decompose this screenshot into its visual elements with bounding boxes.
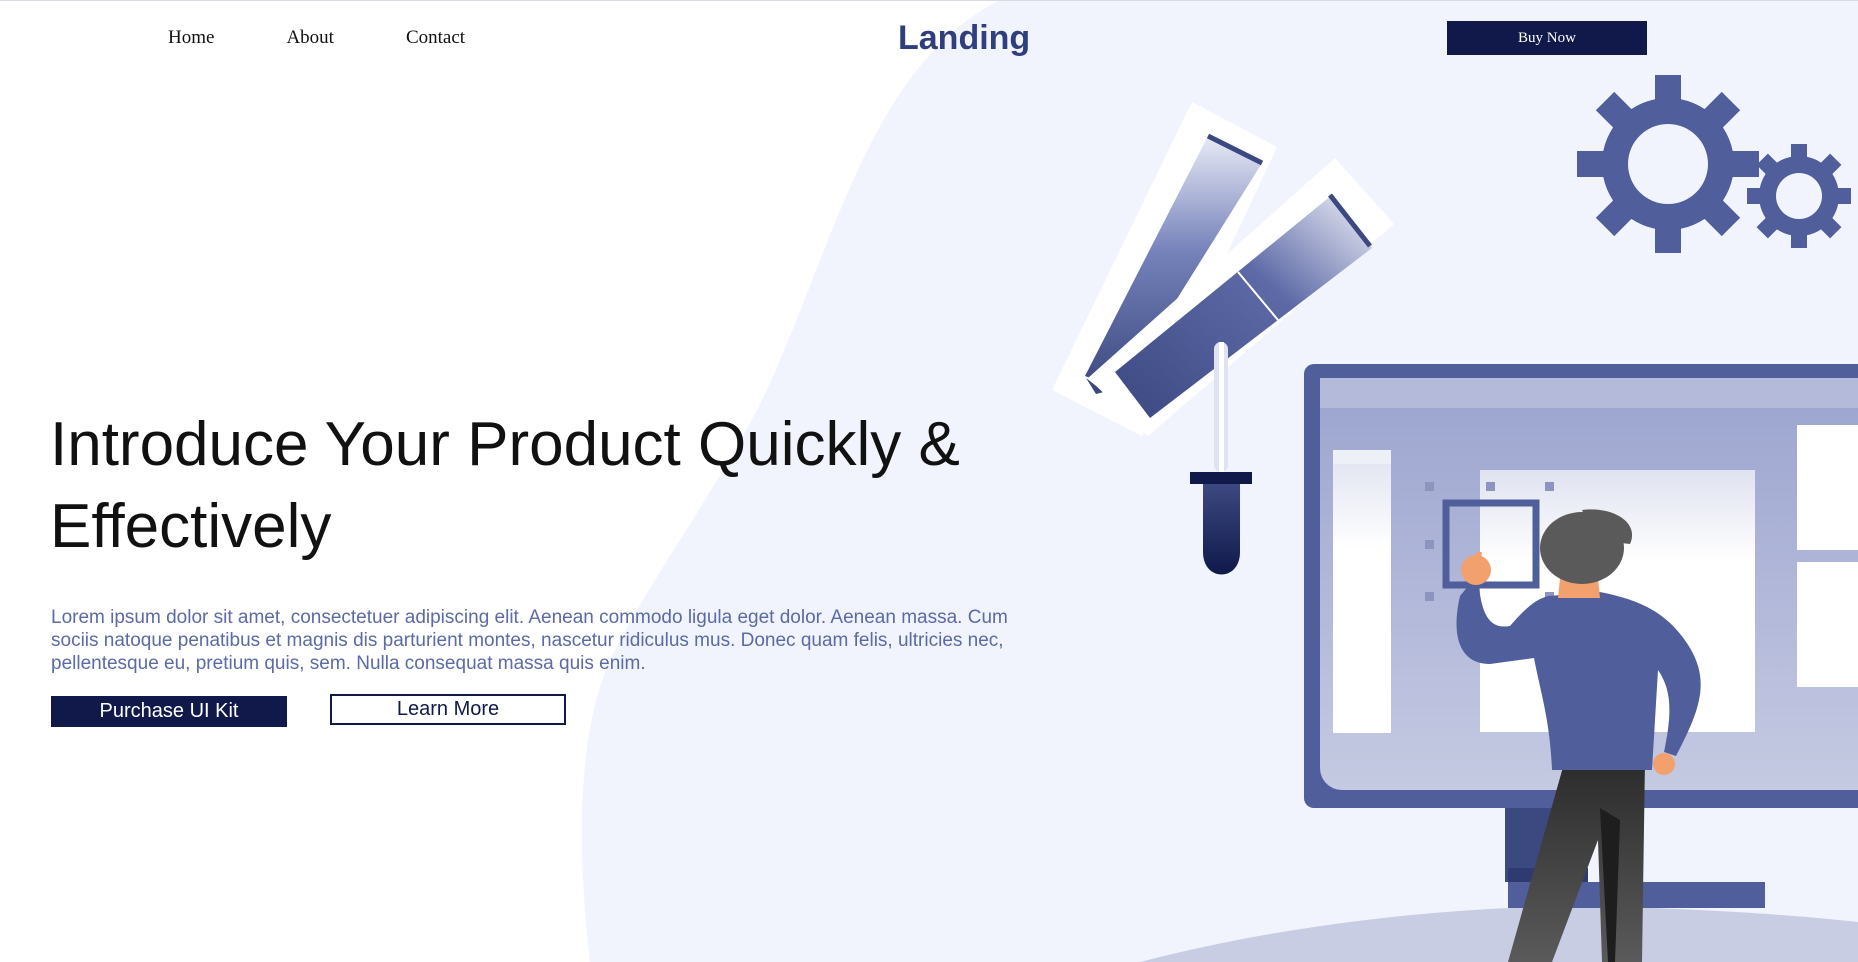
nav-link-home[interactable]: Home xyxy=(168,26,214,50)
hero-title-line-2: Effectively xyxy=(50,492,332,561)
top-border xyxy=(0,0,1858,1)
purchase-ui-kit-button[interactable]: Purchase UI Kit xyxy=(51,696,287,727)
nav-link-about[interactable]: About xyxy=(286,26,334,50)
hero-title-line-1: Introduce Your Product Quickly & xyxy=(50,410,960,479)
nav-link-contact[interactable]: Contact xyxy=(406,26,465,50)
hero-description: Lorem ipsum dolor sit amet, consectetuer… xyxy=(51,607,1008,674)
learn-more-button[interactable]: Learn More xyxy=(330,694,566,725)
gear-icon xyxy=(1747,144,1851,248)
buy-now-button[interactable]: Buy Now xyxy=(1447,21,1647,55)
brand-logo[interactable]: Landing xyxy=(898,18,1030,58)
main-nav: Home About Contact xyxy=(168,26,537,50)
gear-icon xyxy=(1577,75,1759,253)
hero-title: Introduce Your Product Quickly & Effecti… xyxy=(50,404,1050,568)
hero-illustration xyxy=(1052,75,1858,962)
